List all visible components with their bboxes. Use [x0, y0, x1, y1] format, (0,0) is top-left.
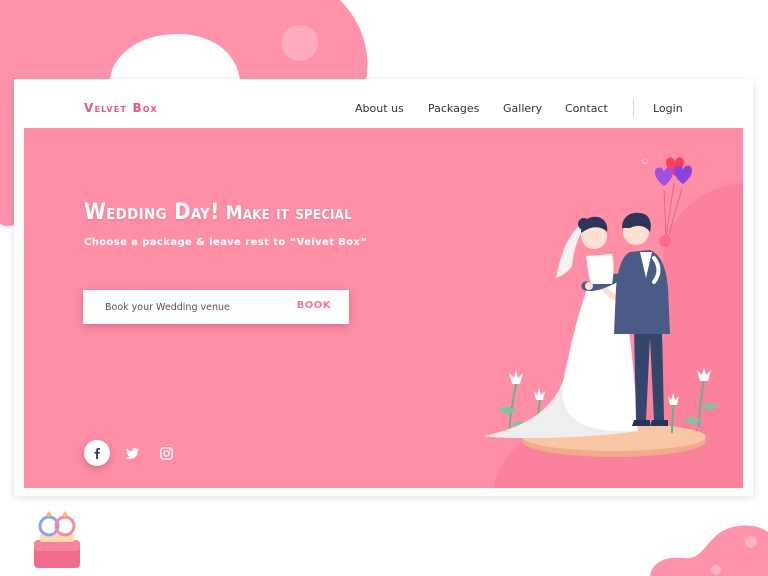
navbar: Velvet Box About us Packages Gallery Con…: [14, 79, 753, 128]
login-link[interactable]: Login: [653, 102, 683, 115]
facebook-button[interactable]: [84, 440, 110, 466]
venue-search-input[interactable]: [105, 290, 295, 324]
instagram-icon: [159, 446, 173, 460]
nav-divider: [633, 99, 634, 117]
website-card: Velvet Box About us Packages Gallery Con…: [14, 79, 753, 496]
nav-link-contact[interactable]: Contact: [565, 102, 608, 115]
headline-secondary: Make it special: [225, 202, 352, 224]
book-button[interactable]: BOOK: [297, 300, 331, 311]
venue-search-box: BOOK: [83, 290, 349, 324]
facebook-icon: [94, 448, 100, 459]
hero-banner: Wedding Day! Make it special Choose a pac…: [24, 128, 743, 488]
nav-link-gallery[interactable]: Gallery: [503, 102, 542, 115]
hero-headline: Wedding Day! Make it special: [84, 200, 352, 225]
twitter-icon: [125, 447, 139, 459]
headline-main: Wedding Day!: [84, 200, 220, 225]
nav-link-packages[interactable]: Packages: [428, 102, 479, 115]
twitter-button[interactable]: [119, 440, 145, 466]
instagram-button[interactable]: [153, 440, 179, 466]
hero-tagline: Choose a package & leave rest to “Velvet…: [84, 237, 368, 248]
background-blob-bottom: [650, 525, 768, 576]
nav-link-about-us[interactable]: About us: [355, 102, 404, 115]
ring-box-logo: [34, 511, 80, 568]
brand-logo[interactable]: Velvet Box: [84, 101, 158, 115]
wedding-couple-illustration: [484, 157, 718, 457]
